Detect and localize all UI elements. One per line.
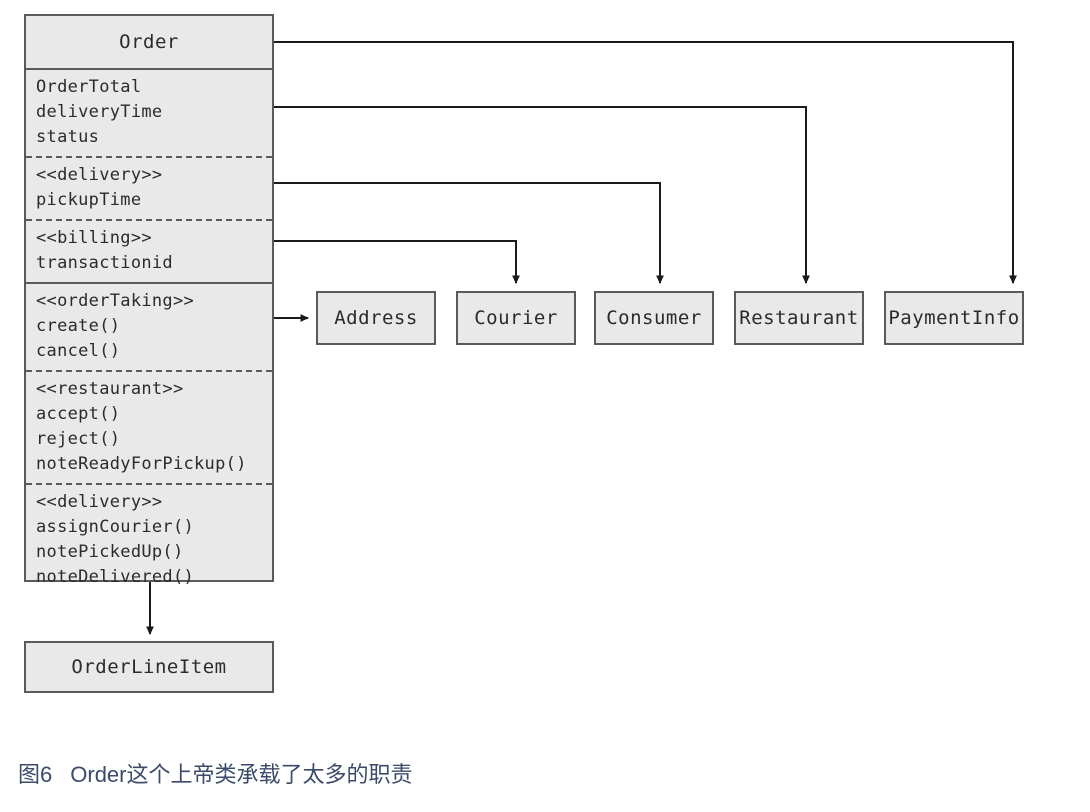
stereotype-ordertaking: <<orderTaking>>	[36, 291, 195, 311]
connector-order-consumer	[274, 182, 664, 284]
operation-compartment-restaurant: <<restaurant>> accept() reject() noteRea…	[26, 370, 272, 483]
class-box-order[interactable]: Order OrderTotal deliveryTime status <<d…	[24, 14, 274, 587]
operation-notereadyforpickup: noteReadyForPickup()	[36, 454, 247, 474]
class-name-label: Consumer	[606, 307, 702, 329]
class-name-label: OrderLineItem	[71, 656, 227, 678]
connector-order-paymentinfo	[274, 41, 1017, 284]
operation-compartment-ordertaking: <<orderTaking>> create() cancel()	[26, 282, 272, 370]
class-name-label: Order	[119, 31, 179, 53]
figure-caption-text: Order这个上帝类承载了太多的职责	[70, 762, 413, 787]
class-name-label: PaymentInfo	[888, 307, 1020, 329]
operation-compartment-delivery: <<delivery>> assignCourier() notePickedU…	[26, 483, 272, 596]
operation-notedelivered: noteDelivered()	[36, 567, 195, 587]
attribute-transactionid: transactionid	[36, 253, 173, 273]
class-name-label: Address	[334, 307, 418, 329]
stereotype-billing-attributes: <<billing>>	[36, 228, 152, 248]
operation-create: create()	[36, 316, 121, 336]
class-name-label: Courier	[474, 307, 558, 329]
stereotype-delivery-attributes: <<delivery>>	[36, 165, 163, 185]
attribute-compartment-general: OrderTotal deliveryTime status	[26, 70, 272, 156]
connector-order-restaurant	[274, 106, 810, 284]
diagram-canvas: Order OrderTotal deliveryTime status <<d…	[0, 0, 1090, 812]
attribute-ordertotal: OrderTotal	[36, 77, 142, 97]
class-box-address[interactable]: Address	[316, 291, 436, 345]
attribute-compartment-billing: <<billing>> transactionid	[26, 219, 272, 282]
class-box-courier[interactable]: Courier	[456, 291, 576, 345]
attribute-status: status	[36, 127, 100, 147]
figure-number: 图6	[18, 762, 53, 787]
class-box-orderlineitem[interactable]: OrderLineItem	[24, 641, 274, 693]
operation-cancel: cancel()	[36, 341, 121, 361]
operation-reject: reject()	[36, 429, 121, 449]
attribute-pickuptime: pickupTime	[36, 190, 142, 210]
attribute-deliverytime: deliveryTime	[36, 102, 163, 122]
operation-assigncourier: assignCourier()	[36, 517, 195, 537]
figure-caption: 图6 Order这个上帝类承载了太多的职责	[18, 757, 413, 789]
operation-notepickedup: notePickedUp()	[36, 542, 184, 562]
stereotype-restaurant: <<restaurant>>	[36, 379, 184, 399]
class-box-paymentinfo[interactable]: PaymentInfo	[884, 291, 1024, 345]
connector-order-courier	[274, 240, 520, 284]
class-box-restaurant[interactable]: Restaurant	[734, 291, 864, 345]
class-box-consumer[interactable]: Consumer	[594, 291, 714, 345]
operation-accept: accept()	[36, 404, 121, 424]
class-name-label: Restaurant	[739, 307, 859, 329]
stereotype-delivery-operations: <<delivery>>	[36, 492, 163, 512]
attribute-compartment-delivery: <<delivery>> pickupTime	[26, 156, 272, 219]
class-name-header-order: Order	[26, 16, 272, 70]
